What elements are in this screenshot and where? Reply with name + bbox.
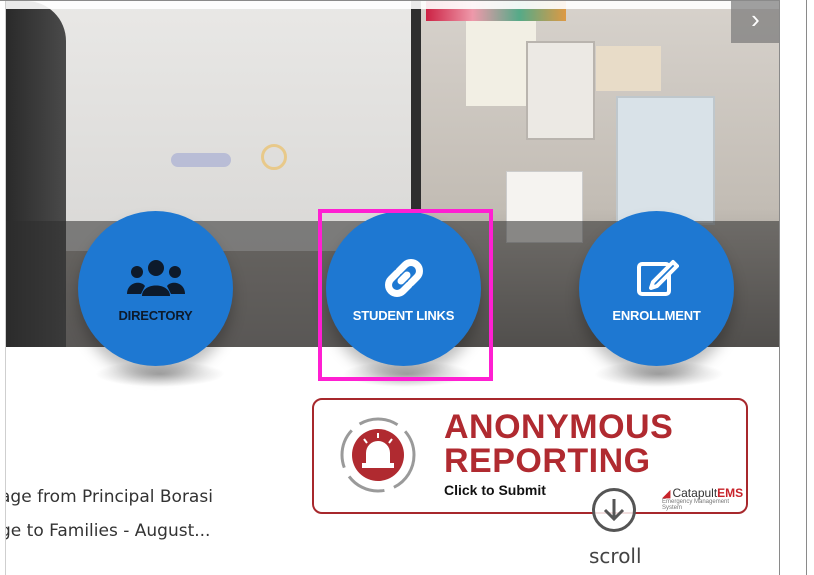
slideshow-next-button[interactable]: ›	[731, 1, 779, 43]
chevron-right-icon: ›	[751, 4, 760, 34]
student-links-button[interactable]: STUDENT LINKS	[326, 211, 481, 366]
alarm-icon	[338, 415, 418, 495]
directory-button[interactable]: DIRECTORY	[78, 211, 233, 366]
brand-prefix: Catapult	[672, 486, 718, 500]
anonymous-reporting-banner[interactable]: ANONYMOUS REPORTING Click to Submit ◢ Cat…	[312, 398, 748, 514]
right-gutter	[780, 0, 814, 575]
news-item-title: age from Principal Borasi	[0, 487, 213, 507]
scroll-down-button[interactable]	[592, 488, 636, 532]
hero-window	[616, 96, 715, 225]
hero-poster-2	[596, 46, 661, 91]
hero-board-button	[171, 153, 231, 167]
news-item-title: ge to Families - August...	[0, 521, 211, 541]
brand-tagline: Emergency Management System	[662, 499, 730, 511]
hero-calendar	[526, 41, 595, 140]
directory-label: DIRECTORY	[118, 308, 193, 323]
hero-top-edge	[6, 1, 779, 9]
left-edge	[0, 1, 6, 575]
users-icon	[126, 254, 185, 302]
news-item[interactable]: age from Principal Borasi	[0, 487, 213, 507]
scroll-label: scroll	[589, 544, 642, 568]
report-cta: Click to Submit	[444, 482, 546, 498]
gutter-divider	[806, 0, 807, 575]
hero-board-circle	[261, 144, 287, 170]
hero-whiteboard	[36, 1, 421, 251]
report-title-line2: REPORTING	[444, 442, 651, 480]
page-viewport: › DIRECTORY STUDENT LINKS ENROLLMENT ANO…	[0, 0, 780, 575]
edit-icon	[635, 254, 679, 302]
report-title-line1: ANONYMOUS	[444, 408, 674, 446]
catapult-ems-logo: ◢ CatapultEMS Emergency Management System	[662, 486, 746, 511]
news-item[interactable]: ge to Families - August...	[0, 521, 210, 541]
link-icon	[381, 254, 427, 302]
enrollment-button[interactable]: ENROLLMENT	[579, 211, 734, 366]
student-links-label: STUDENT LINKS	[352, 308, 455, 323]
enrollment-label: ENROLLMENT	[612, 308, 701, 323]
brand-suffix: EMS	[717, 486, 744, 500]
arrow-down-icon	[603, 499, 625, 522]
